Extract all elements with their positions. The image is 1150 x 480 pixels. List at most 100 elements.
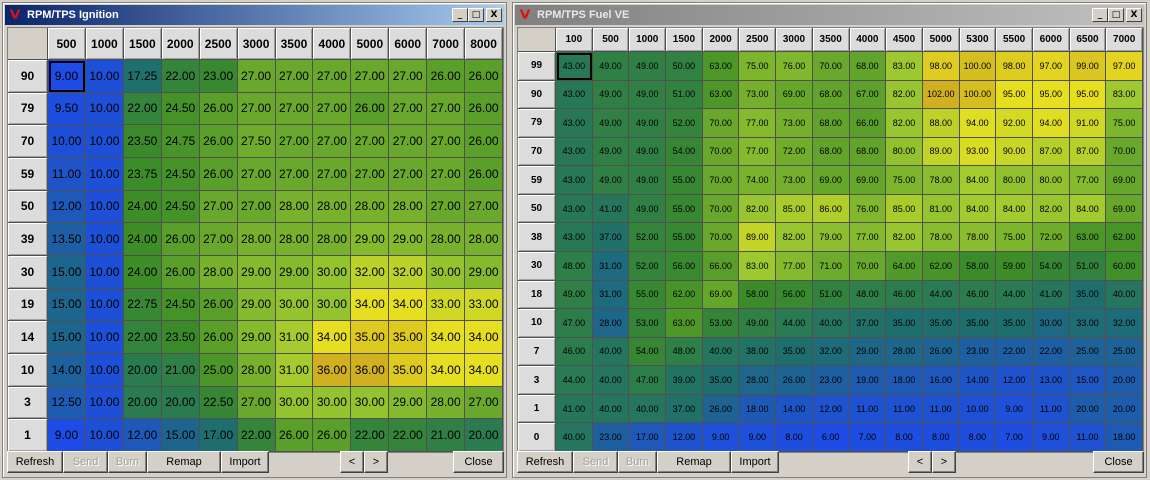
table-cell[interactable]: 26.00 (275, 419, 314, 452)
table-cell[interactable]: 15.00 (48, 321, 86, 354)
table-cell[interactable]: 62.00 (1106, 223, 1143, 252)
table-cell[interactable]: 27.00 (351, 125, 390, 158)
table-cell[interactable]: 53.00 (702, 309, 740, 338)
table-cell[interactable]: 11.00 (922, 394, 960, 424)
table-cell[interactable]: 27.00 (465, 386, 503, 420)
send-button[interactable]: Send (63, 451, 108, 473)
table-cell[interactable]: 26.00 (313, 419, 352, 452)
table-cell[interactable]: 27.00 (237, 158, 276, 191)
table-cell[interactable]: 22.75 (123, 288, 162, 322)
table-cell[interactable]: 10.00 (85, 60, 124, 93)
table-cell[interactable]: 70.00 (849, 251, 887, 281)
table-cell[interactable]: 23.50 (123, 125, 162, 158)
table-cell[interactable]: 40.00 (1106, 280, 1143, 310)
table-cell[interactable]: 68.00 (812, 80, 850, 110)
table-cell[interactable]: 27.00 (351, 60, 390, 93)
table-cell[interactable]: 44.00 (556, 366, 593, 395)
table-cell[interactable]: 26.00 (465, 92, 503, 126)
table-cell[interactable]: 69.00 (849, 166, 887, 195)
table-cell[interactable]: 48.00 (556, 251, 593, 281)
table-cell[interactable]: 51.00 (1069, 251, 1107, 281)
table-cell[interactable]: 35.00 (389, 321, 428, 354)
table-cell[interactable]: 15.00 (1069, 366, 1107, 395)
table-cell[interactable]: 36.00 (313, 354, 352, 387)
table-cell[interactable]: 16.00 (922, 366, 960, 395)
table-cell[interactable]: 27.00 (351, 158, 390, 191)
table-cell[interactable]: 74.00 (739, 166, 777, 195)
table-cell[interactable]: 82.00 (886, 223, 923, 252)
table-cell[interactable]: 30.00 (351, 386, 390, 420)
table-cell[interactable]: 7.00 (849, 423, 887, 452)
table-cell[interactable]: 30.00 (313, 256, 352, 289)
table-cell[interactable]: 10.00 (85, 125, 124, 158)
table-cell[interactable]: 18.00 (1106, 423, 1143, 452)
table-cell[interactable]: 20.00 (1106, 394, 1143, 424)
table-cell[interactable]: 30.00 (427, 256, 466, 289)
table-cell[interactable]: 39.00 (666, 366, 703, 395)
table-cell[interactable]: 10.00 (48, 125, 86, 158)
table-cell[interactable]: 30.00 (275, 288, 314, 322)
table-cell[interactable]: 29.00 (389, 386, 428, 420)
table-cell[interactable]: 27.00 (237, 92, 276, 126)
table-cell[interactable]: 41.00 (556, 394, 593, 424)
table-cell[interactable]: 30.00 (313, 288, 352, 322)
table-cell[interactable]: 28.00 (427, 386, 466, 420)
ignition-titlebar[interactable]: V RPM/TPS Ignition _ □ X (5, 5, 504, 25)
table-cell[interactable]: 40.00 (556, 423, 593, 452)
table-cell[interactable]: 22.00 (123, 92, 162, 126)
table-cell[interactable]: 6.00 (812, 423, 850, 452)
table-cell[interactable]: 52.00 (666, 109, 703, 138)
table-cell[interactable]: 28.00 (739, 366, 777, 395)
table-cell[interactable]: 66.00 (849, 109, 887, 138)
table-cell[interactable]: 29.00 (465, 256, 503, 289)
table-cell[interactable]: 20.00 (161, 386, 200, 420)
table-cell[interactable]: 70.00 (702, 166, 740, 195)
table-cell[interactable]: 46.00 (886, 280, 923, 310)
table-cell[interactable]: 27.00 (427, 190, 466, 224)
table-cell[interactable]: 64.00 (886, 251, 923, 281)
table-cell[interactable]: 32.00 (351, 256, 390, 289)
table-cell[interactable]: 35.00 (351, 321, 390, 354)
table-cell[interactable]: 26.00 (351, 92, 390, 126)
table-cell[interactable]: 14.00 (959, 366, 997, 395)
close-button[interactable]: Close (453, 451, 504, 473)
table-cell[interactable]: 35.00 (996, 309, 1033, 338)
table-cell[interactable]: 10.00 (85, 92, 124, 126)
close-button[interactable]: Close (1093, 451, 1144, 473)
table-cell[interactable]: 27.00 (199, 223, 238, 256)
table-cell[interactable]: 34.00 (389, 288, 428, 322)
table-cell[interactable]: 11.00 (1069, 423, 1107, 452)
table-cell[interactable]: 24.00 (123, 223, 162, 256)
table-cell[interactable]: 27.00 (199, 190, 238, 224)
table-cell[interactable]: 34.00 (427, 321, 466, 354)
table-cell[interactable]: 97.00 (1106, 52, 1143, 81)
table-cell[interactable]: 9.00 (48, 419, 86, 452)
table-cell[interactable]: 27.00 (389, 60, 428, 93)
table-cell[interactable]: 29.00 (389, 223, 428, 256)
table-cell[interactable]: 27.00 (237, 386, 276, 420)
table-cell[interactable]: 54.00 (666, 137, 703, 167)
table-cell[interactable]: 23.00 (812, 366, 850, 395)
table-cell[interactable]: 84.00 (996, 194, 1033, 224)
table-cell[interactable]: 49.00 (592, 52, 630, 81)
table-cell[interactable]: 68.00 (849, 137, 887, 167)
table-cell[interactable]: 90.00 (996, 137, 1033, 167)
table-cell[interactable]: 100.00 (959, 52, 997, 81)
table-cell[interactable]: 71.00 (812, 251, 850, 281)
table-cell[interactable]: 63.00 (702, 80, 740, 110)
table-cell[interactable]: 34.00 (465, 321, 503, 354)
table-cell[interactable]: 11.00 (1032, 394, 1070, 424)
table-cell[interactable]: 70.00 (702, 194, 740, 224)
table-cell[interactable]: 58.00 (739, 280, 777, 310)
table-cell[interactable]: 27.00 (275, 92, 314, 126)
table-cell[interactable]: 49.00 (629, 137, 667, 167)
table-cell[interactable]: 27.00 (275, 125, 314, 158)
table-cell[interactable]: 55.00 (629, 280, 667, 310)
table-cell[interactable]: 43.00 (556, 223, 593, 252)
table-cell[interactable]: 70.00 (1106, 137, 1143, 167)
maximize-button[interactable]: □ (468, 8, 484, 22)
table-cell[interactable]: 27.00 (313, 125, 352, 158)
table-cell[interactable]: 27.50 (237, 125, 276, 158)
table-cell[interactable]: 87.00 (1032, 137, 1070, 167)
table-cell[interactable]: 34.00 (313, 321, 352, 354)
